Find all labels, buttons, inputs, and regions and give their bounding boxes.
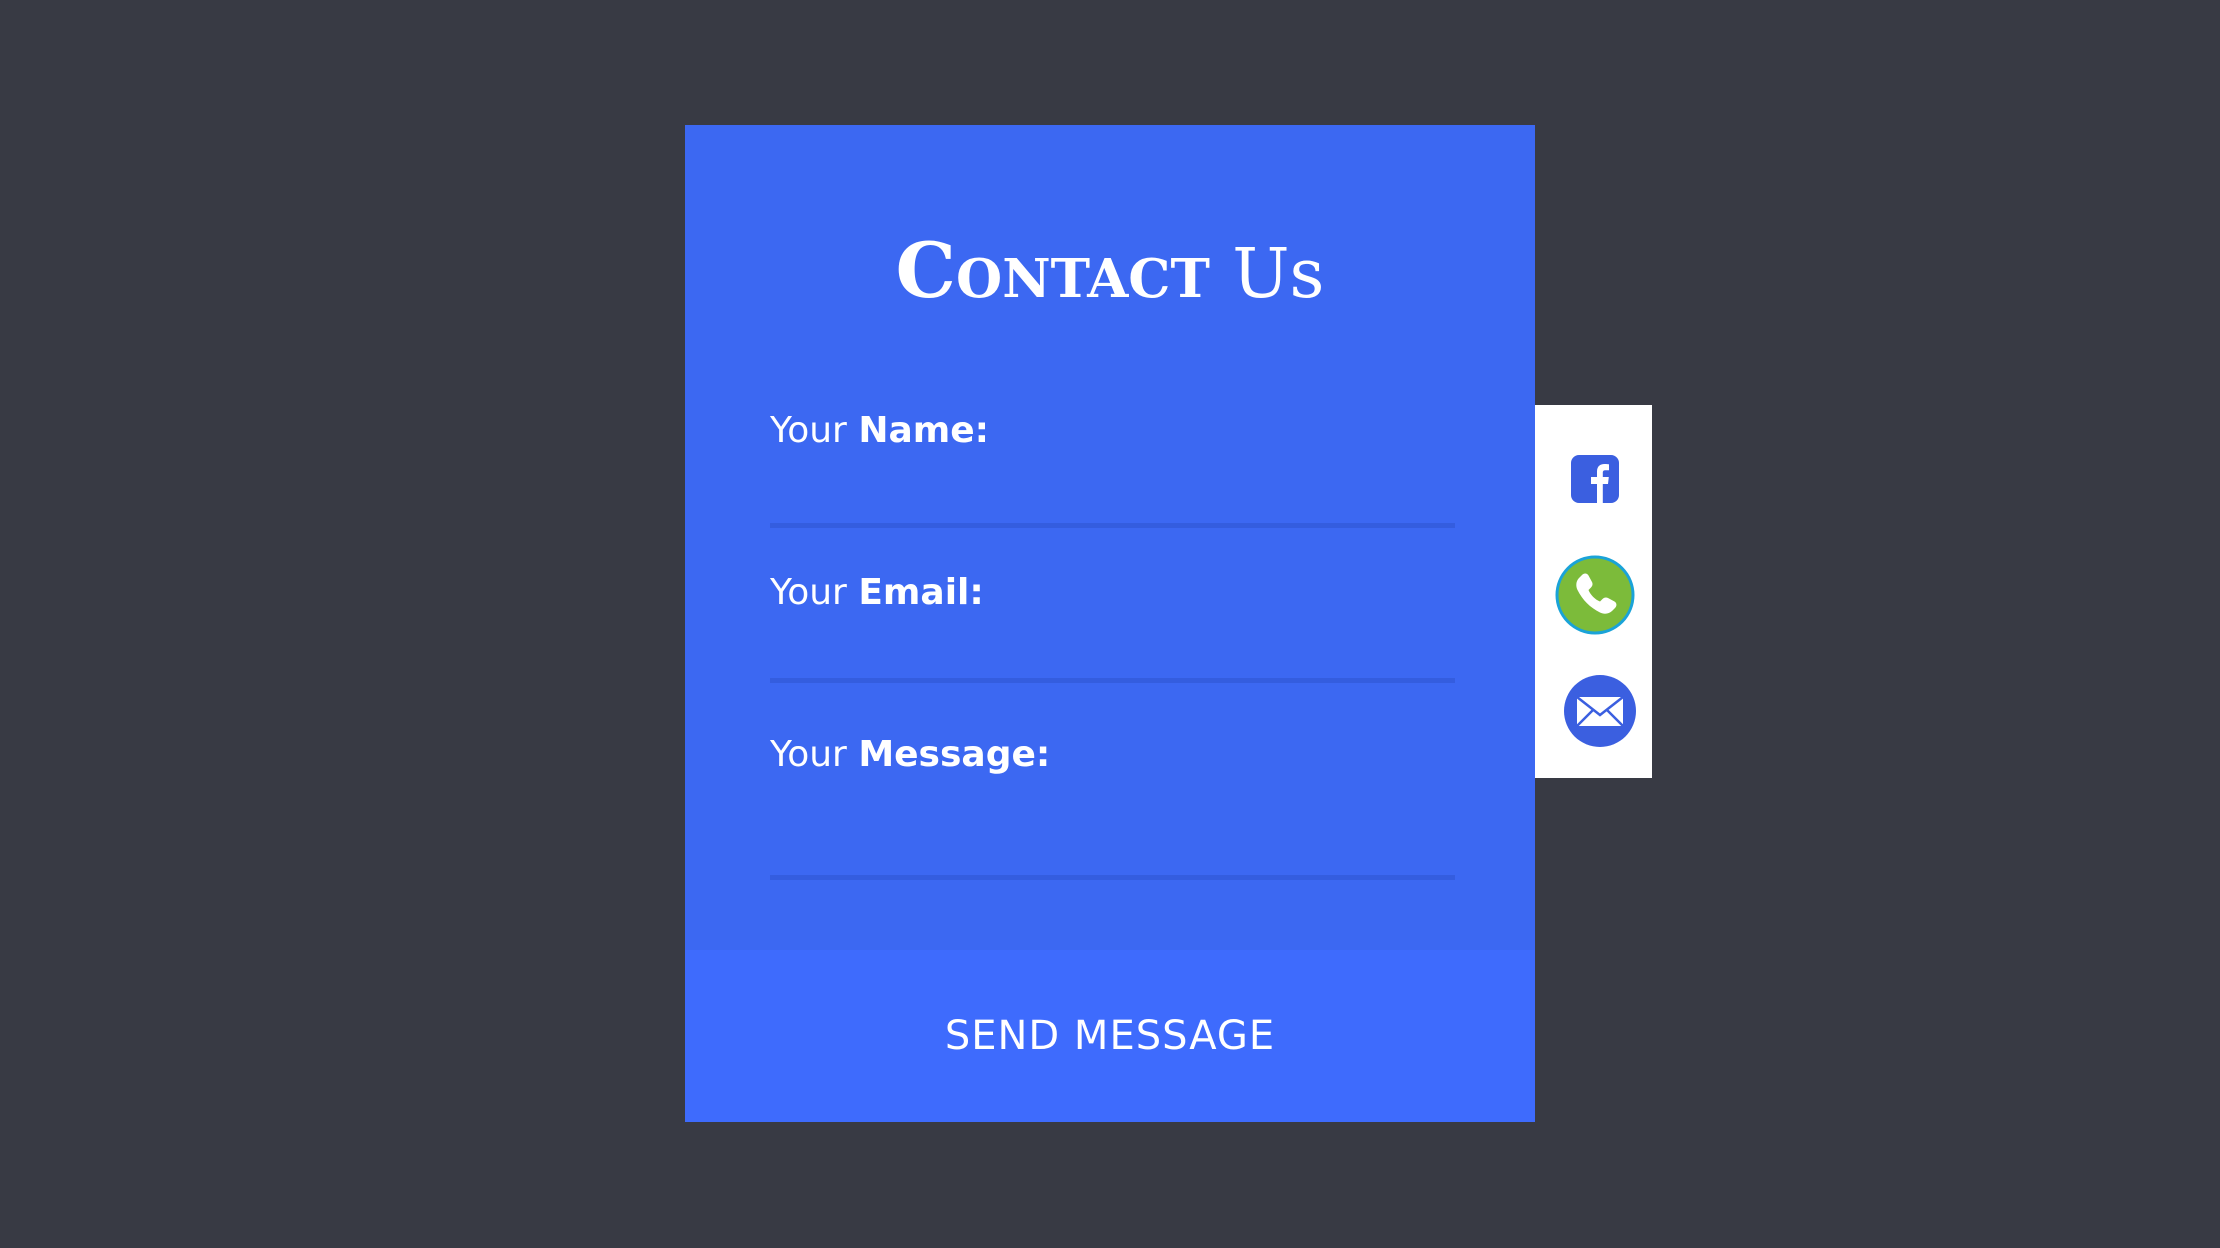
name-input[interactable] — [770, 463, 1455, 528]
facebook-icon[interactable] — [1571, 455, 1619, 503]
email-label-prefix: Your — [770, 572, 847, 613]
message-label-text: Message: — [858, 734, 1051, 775]
message-input[interactable] — [770, 787, 1455, 880]
name-label-prefix: Your — [770, 410, 847, 451]
form-title-light: Us — [1232, 235, 1325, 314]
email-label-text: Email: — [858, 572, 984, 613]
email-label: Your Email: — [770, 575, 1455, 611]
message-label-prefix: Your — [770, 734, 847, 775]
contact-form-card: Contact Us Your Name: Your Email: Your M… — [685, 125, 1535, 1122]
name-label: Your Name: — [770, 413, 1455, 449]
email-field: Your Email: — [770, 575, 1455, 683]
send-message-button[interactable]: SEND MESSAGE — [685, 950, 1535, 1122]
email-input[interactable] — [770, 625, 1455, 683]
social-sidebar — [1535, 405, 1652, 778]
message-field: Your Message: — [770, 737, 1455, 880]
name-field: Your Name: — [770, 413, 1455, 528]
form-title-bold: Contact — [895, 226, 1210, 315]
form-title: Contact Us — [685, 233, 1535, 309]
mail-icon[interactable] — [1564, 675, 1636, 747]
name-label-text: Name: — [858, 410, 990, 451]
message-label: Your Message: — [770, 737, 1455, 773]
phone-icon[interactable] — [1555, 555, 1635, 635]
